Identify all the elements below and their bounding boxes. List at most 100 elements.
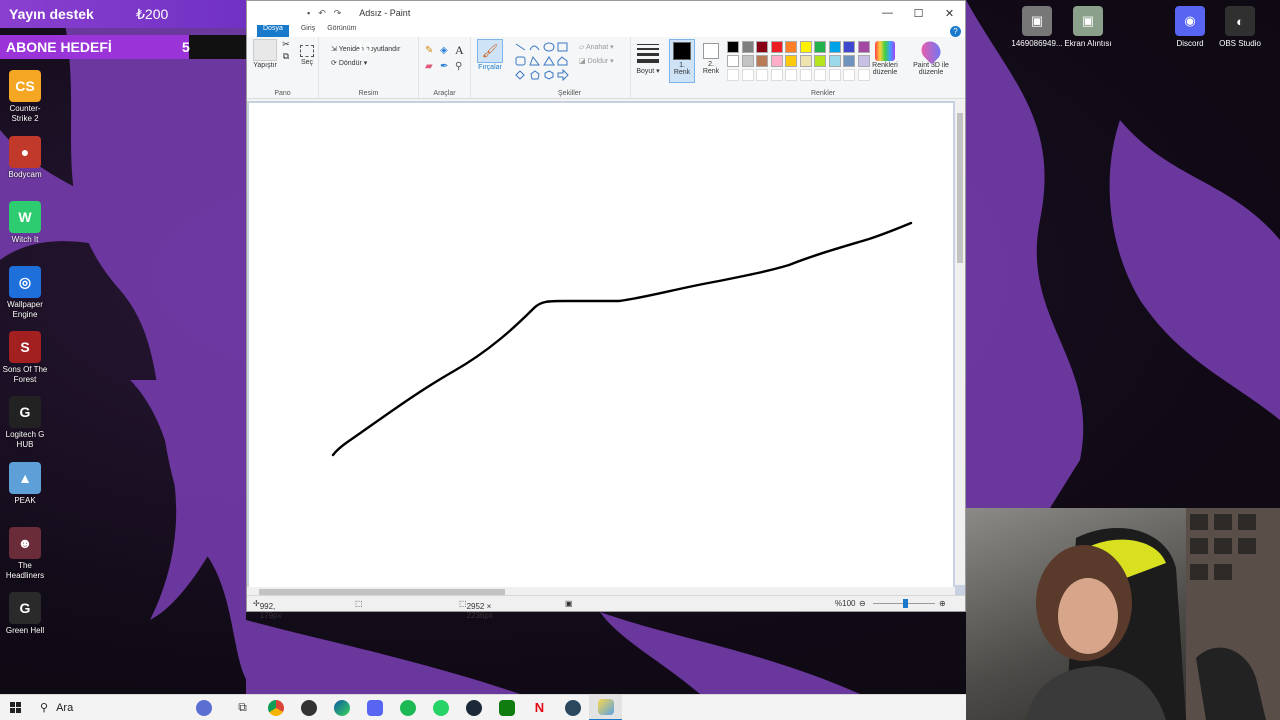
obs-taskbar-icon[interactable] <box>292 695 325 720</box>
palette-swatch[interactable] <box>785 55 797 67</box>
text-icon[interactable]: A <box>455 43 464 58</box>
shapes-gallery[interactable] <box>513 41 575 81</box>
palette-swatch-empty[interactable] <box>814 69 826 81</box>
tab-view[interactable]: Görünüm <box>327 25 356 37</box>
palette-swatch[interactable] <box>843 55 855 67</box>
palette-swatch[interactable] <box>843 41 855 53</box>
desktop-icon[interactable]: G Logitech G HUB <box>0 396 50 450</box>
palette-swatch[interactable] <box>756 55 768 67</box>
color2-button[interactable]: 2. Renk <box>699 39 723 83</box>
desktop-icon[interactable]: S Sons Of The Forest <box>0 331 50 385</box>
palette-swatch[interactable] <box>770 41 783 53</box>
goal-target: 10 <box>356 39 372 55</box>
spotify-icon[interactable] <box>391 695 424 720</box>
palette-swatch[interactable] <box>828 41 841 53</box>
whatsapp-icon[interactable] <box>424 695 457 720</box>
palette-swatch[interactable] <box>770 55 783 67</box>
vertical-scrollbar[interactable] <box>955 101 965 585</box>
desktop-icon[interactable]: ◐ OBS Studio <box>1210 6 1270 48</box>
palette-swatch[interactable] <box>799 41 812 53</box>
fill-label: Doldur <box>587 58 609 65</box>
rotate-button[interactable]: ⟳ Döndür ▾ <box>331 59 415 67</box>
desktop-icon[interactable]: ● Bodycam <box>0 136 50 180</box>
palette-swatch[interactable] <box>814 55 826 67</box>
minimize-button[interactable]: — <box>872 7 903 20</box>
zoom-out-icon[interactable]: ⊖ <box>859 599 866 608</box>
zoom-slider-thumb[interactable] <box>903 599 908 608</box>
eraser-icon[interactable]: ▰ <box>425 61 433 72</box>
palette-swatch[interactable] <box>814 41 826 53</box>
desktop-icon-label: Logitech G HUB <box>5 430 45 449</box>
desktop-icon[interactable]: CS Counter-Strike 2 <box>0 70 50 124</box>
edge-icon[interactable] <box>325 695 358 720</box>
chrome-icon[interactable] <box>259 695 292 720</box>
brushes-label: Fırçalar <box>478 64 502 71</box>
shapes-group-name: Şekiller <box>558 90 581 97</box>
tab-home[interactable]: Giriş <box>301 25 315 37</box>
palette-swatch-empty[interactable] <box>756 69 768 81</box>
magnifier-icon[interactable]: ⚲ <box>455 61 462 72</box>
netflix-icon[interactable]: N <box>523 695 556 720</box>
discord-taskbar-icon[interactable] <box>358 695 391 720</box>
fill-dropdown-button[interactable]: ◪ Doldur ▾ <box>579 57 614 65</box>
paint3d-icon <box>917 37 945 65</box>
start-button[interactable] <box>0 695 32 720</box>
app-icon: ☻ <box>9 527 41 559</box>
edit-colors-button[interactable]: Renkleri düzenle <box>869 39 901 76</box>
desktop-icon[interactable]: ☻ The Headliners <box>0 527 50 581</box>
save-icon[interactable]: ▪ <box>307 8 310 19</box>
brushes-button[interactable]: 🖌 Fırçalar <box>475 39 505 71</box>
undo-icon[interactable]: ↶ <box>318 8 326 19</box>
palette-swatch-empty[interactable] <box>843 69 855 81</box>
help-icon[interactable]: ? <box>950 26 961 37</box>
color1-button[interactable]: 1. Renk <box>669 39 695 83</box>
desktop-icon[interactable]: ▲ PEAK <box>0 462 50 506</box>
task-view-icon[interactable]: ⧉ <box>226 695 259 720</box>
desktop-icon[interactable]: W Witch It <box>0 201 50 245</box>
steam-icon[interactable] <box>457 695 490 720</box>
palette-swatch-empty[interactable] <box>741 69 754 81</box>
app-icon: ◎ <box>9 266 41 298</box>
palette-swatch-empty[interactable] <box>770 69 783 81</box>
drawing-canvas[interactable] <box>249 103 953 587</box>
close-button[interactable]: ✕ <box>934 7 965 20</box>
palette-swatch-empty[interactable] <box>785 69 797 81</box>
paint3d-button[interactable]: Paint 3D ile düzenle <box>909 37 953 76</box>
palette-swatch[interactable] <box>727 55 739 67</box>
palette-swatch-empty[interactable] <box>857 69 870 81</box>
palette-swatch[interactable] <box>756 41 768 53</box>
taskbar-search[interactable]: ⚲ Ara <box>32 695 182 720</box>
desktop-icon[interactable]: G Green Hell <box>0 592 50 636</box>
palette-swatch-empty[interactable] <box>828 69 841 81</box>
image-group-name: Resim <box>358 90 379 97</box>
color-picker-icon[interactable]: ✒ <box>440 61 448 72</box>
pencil-icon[interactable]: ✎ <box>425 45 433 56</box>
zoom-slider[interactable] <box>873 599 935 608</box>
palette-swatch-empty[interactable] <box>727 69 739 81</box>
palette-swatch[interactable] <box>857 41 870 53</box>
zoom-in-icon[interactable]: ⊕ <box>939 599 946 608</box>
tab-file[interactable]: Dosya <box>257 25 289 37</box>
palette-swatch[interactable] <box>785 41 797 53</box>
size-button[interactable]: Boyut ▾ <box>633 41 663 75</box>
maximize-button[interactable]: ☐ <box>903 7 934 20</box>
xbox-icon[interactable] <box>490 695 523 720</box>
desktop-icon[interactable]: ◎ Wallpaper Engine <box>0 266 50 320</box>
outline-button[interactable]: ▱ Anahat ▾ <box>579 43 614 51</box>
desktop-icon-label: Wallpaper Engine <box>7 300 43 319</box>
fill-icon[interactable]: ◈ <box>440 45 448 56</box>
vertical-scroll-thumb[interactable] <box>957 113 963 263</box>
palette-swatch[interactable] <box>828 55 841 67</box>
palette-swatch[interactable] <box>799 55 812 67</box>
goal-label: ABONE HEDEFİ <box>6 39 112 55</box>
widget-icon[interactable] <box>182 695 226 720</box>
palette-swatch[interactable] <box>727 41 739 53</box>
redo-icon[interactable]: ↷ <box>334 8 342 19</box>
palette-swatch-empty[interactable] <box>799 69 812 81</box>
palette-swatch[interactable] <box>857 55 870 67</box>
palette-swatch[interactable] <box>741 55 754 67</box>
paint-taskbar-icon[interactable] <box>589 694 622 720</box>
steam-secondary-icon[interactable] <box>556 695 589 720</box>
palette-swatch[interactable] <box>741 41 754 53</box>
desktop-icon[interactable]: ▣ Ekran Alıntısı <box>1058 6 1118 48</box>
